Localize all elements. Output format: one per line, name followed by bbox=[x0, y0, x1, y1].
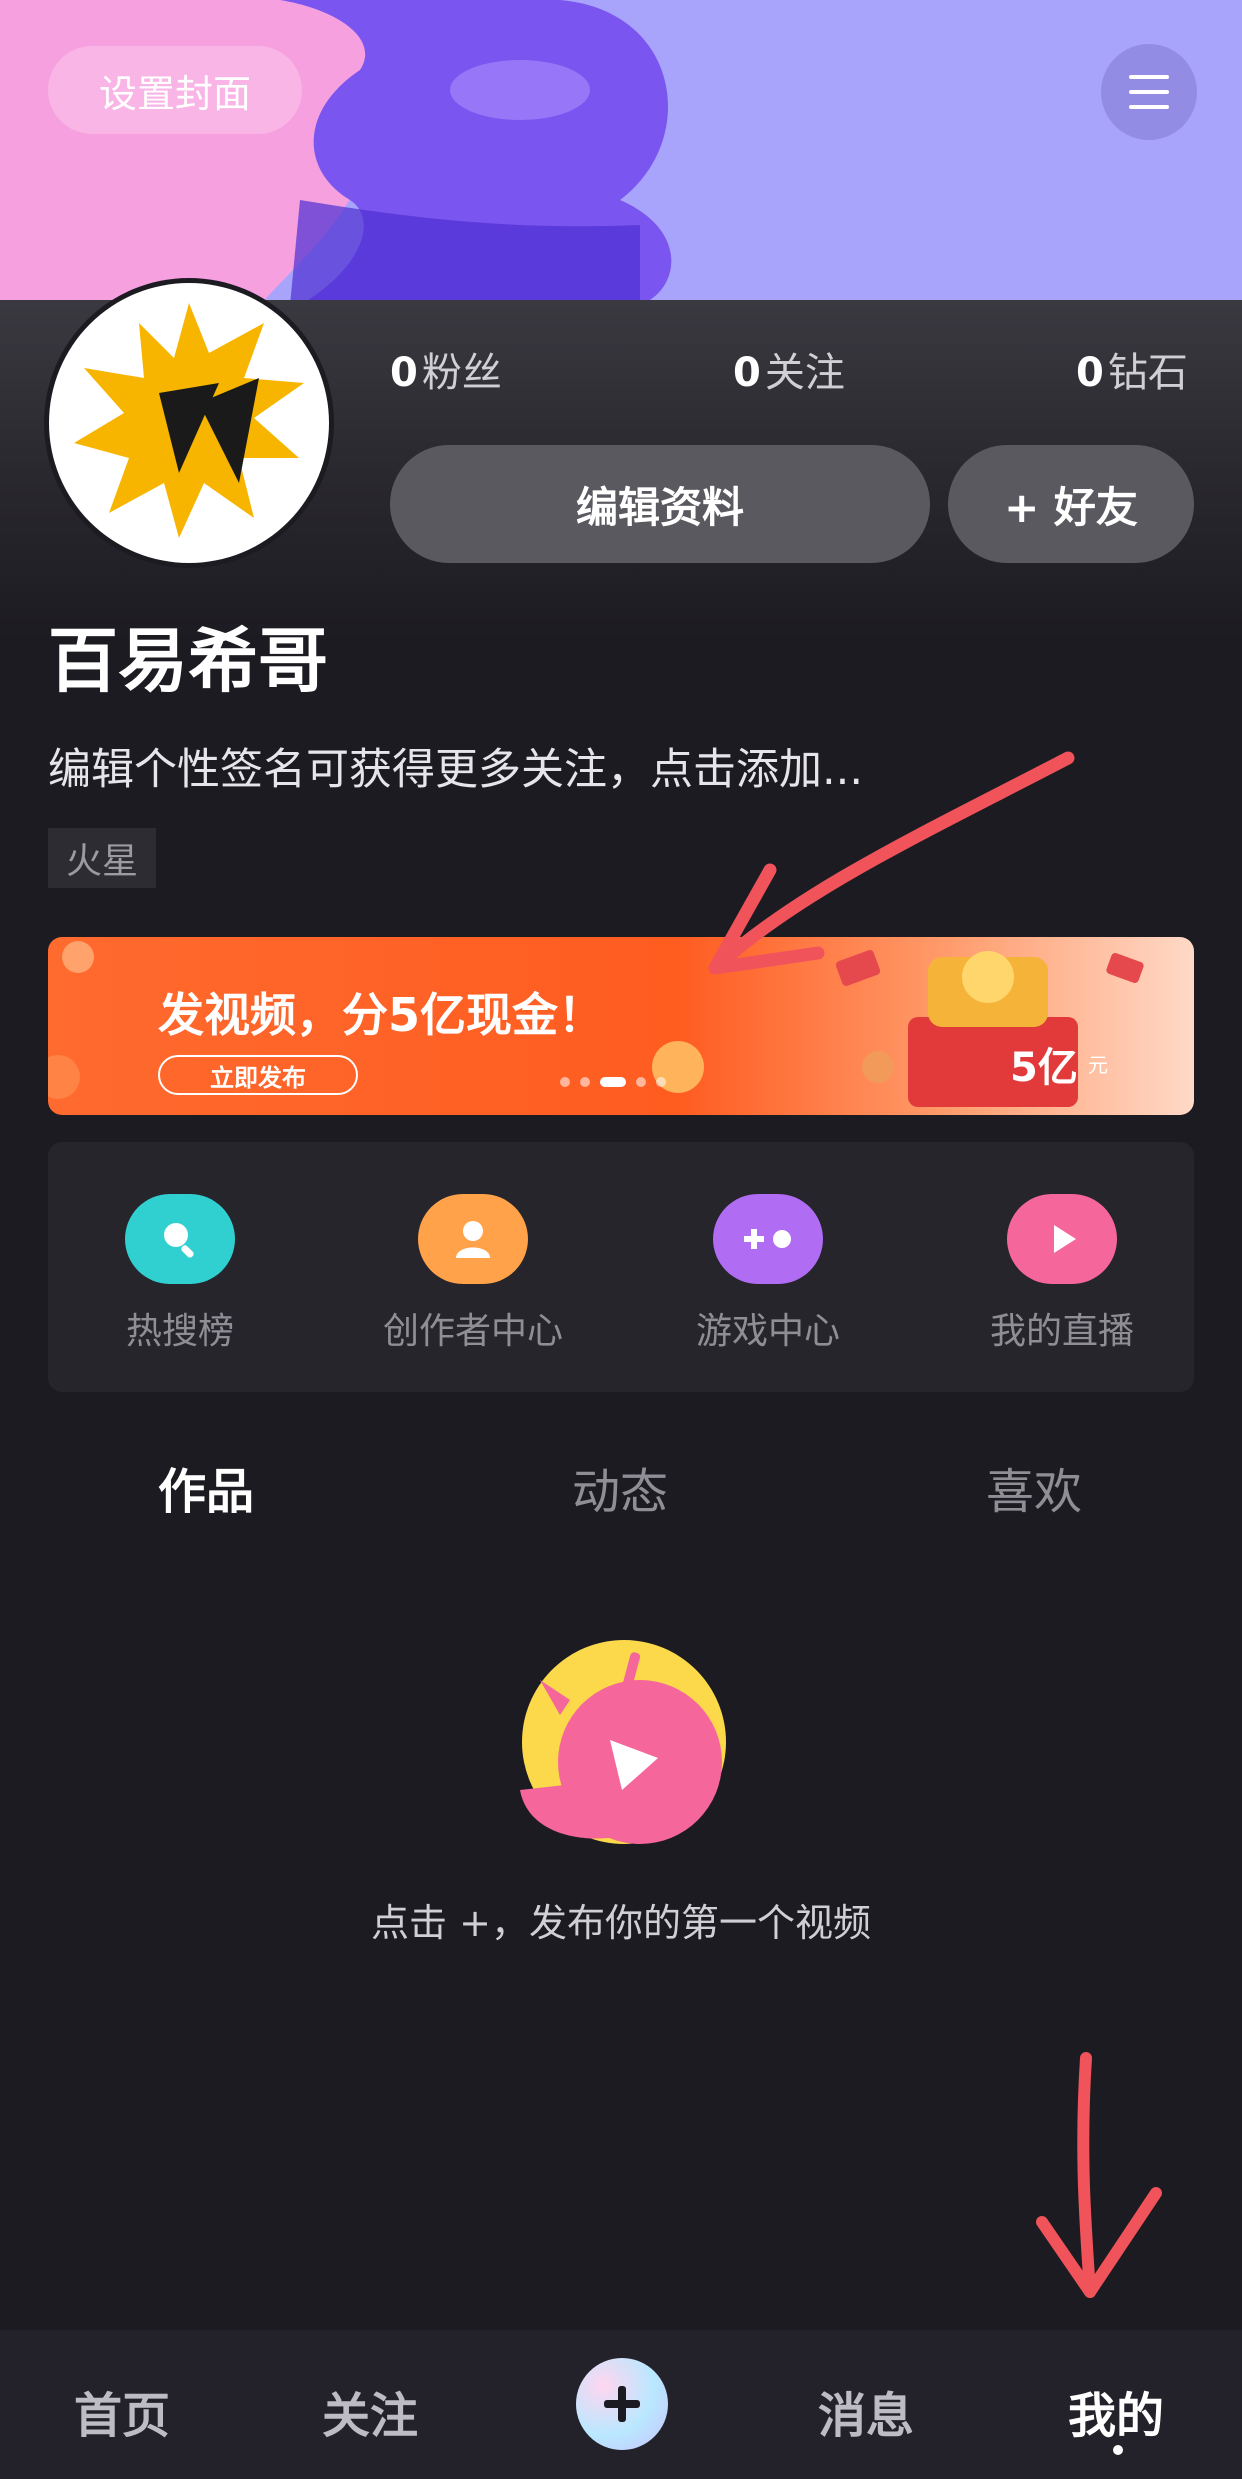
shortcut-hot-search[interactable]: 热搜榜 bbox=[80, 1194, 280, 1354]
publish-now-button[interactable]: 立即发布 bbox=[158, 1055, 358, 1095]
menu-icon[interactable] bbox=[1101, 44, 1197, 140]
followers-count: 0 bbox=[390, 350, 418, 396]
nav-me[interactable]: 我的 bbox=[1068, 2376, 1164, 2446]
carousel-dot-active bbox=[600, 1077, 626, 1087]
carousel-dot bbox=[656, 1077, 666, 1087]
following-count: 0 bbox=[733, 350, 761, 396]
person-icon bbox=[418, 1194, 528, 1284]
avatar-logo bbox=[74, 303, 304, 538]
avatar[interactable] bbox=[44, 278, 334, 568]
gamepad-icon bbox=[713, 1194, 823, 1284]
plus-icon bbox=[604, 2386, 640, 2422]
bottom-nav: 首页 关注 消息 我的 bbox=[0, 2330, 1242, 2479]
shortcut-label: 创作者中心 bbox=[382, 1311, 563, 1352]
nav-home[interactable]: 首页 bbox=[74, 2376, 170, 2446]
carousel-dot bbox=[580, 1077, 590, 1087]
shortcut-label: 我的直播 bbox=[989, 1311, 1134, 1352]
following-label: 关注 bbox=[764, 350, 845, 396]
tab-works[interactable]: 作品 bbox=[158, 1452, 254, 1522]
stat-diamonds[interactable]: 0 钻石 bbox=[1076, 340, 1188, 398]
carousel-dot bbox=[636, 1077, 646, 1087]
empty-state-illustration bbox=[520, 1640, 726, 1844]
followers-label: 粉丝 bbox=[421, 350, 502, 396]
nav-following[interactable]: 关注 bbox=[322, 2376, 418, 2446]
banner-prize-unit: 元 bbox=[1088, 1053, 1108, 1077]
search-icon bbox=[125, 1194, 235, 1284]
diamonds-count: 0 bbox=[1076, 350, 1104, 396]
stat-followers[interactable]: 0 粉丝 bbox=[390, 340, 502, 398]
stat-following[interactable]: 0 关注 bbox=[733, 340, 845, 398]
shortcut-creator-center[interactable]: 创作者中心 bbox=[373, 1194, 573, 1354]
shortcut-panel: 热搜榜 创作者中心 游戏中心 我的直播 bbox=[48, 1142, 1194, 1392]
nav-messages[interactable]: 消息 bbox=[818, 2376, 914, 2446]
shortcut-game-center[interactable]: 游戏中心 bbox=[668, 1194, 868, 1354]
edit-profile-button[interactable]: 编辑资料 bbox=[390, 445, 930, 563]
set-cover-button[interactable]: 设置封面 bbox=[48, 46, 302, 134]
add-friend-button[interactable]: + 好友 bbox=[948, 445, 1194, 563]
tab-moments[interactable]: 动态 bbox=[572, 1452, 668, 1522]
carousel-dot bbox=[560, 1077, 570, 1087]
active-nav-indicator bbox=[1113, 2445, 1123, 2455]
shortcut-label: 游戏中心 bbox=[695, 1311, 840, 1352]
carousel-indicator bbox=[560, 1077, 666, 1087]
tab-likes[interactable]: 喜欢 bbox=[986, 1452, 1082, 1522]
shortcut-label: 热搜榜 bbox=[125, 1311, 234, 1352]
shortcut-my-live[interactable]: 我的直播 bbox=[962, 1194, 1162, 1354]
empty-state-text: 点击 +，发布你的第一个视频 bbox=[371, 1901, 871, 1945]
create-post-button[interactable] bbox=[576, 2358, 668, 2450]
promo-banner[interactable]: 发视频，分5亿现金！ 立即发布 5亿 元 bbox=[48, 937, 1194, 1115]
diamonds-label: 钻石 bbox=[1107, 350, 1188, 396]
banner-prize-text: 5亿 bbox=[1010, 1045, 1078, 1091]
location-tag[interactable]: 火星 bbox=[48, 828, 157, 888]
play-icon bbox=[1007, 1194, 1117, 1284]
bio-text[interactable]: 编辑个性签名可获得更多关注，点击添加... bbox=[48, 735, 863, 797]
username: 百易希哥 bbox=[48, 620, 328, 702]
profile-cover[interactable]: 设置封面 bbox=[0, 0, 1242, 305]
banner-title: 发视频，分5亿现金！ bbox=[158, 988, 605, 1042]
